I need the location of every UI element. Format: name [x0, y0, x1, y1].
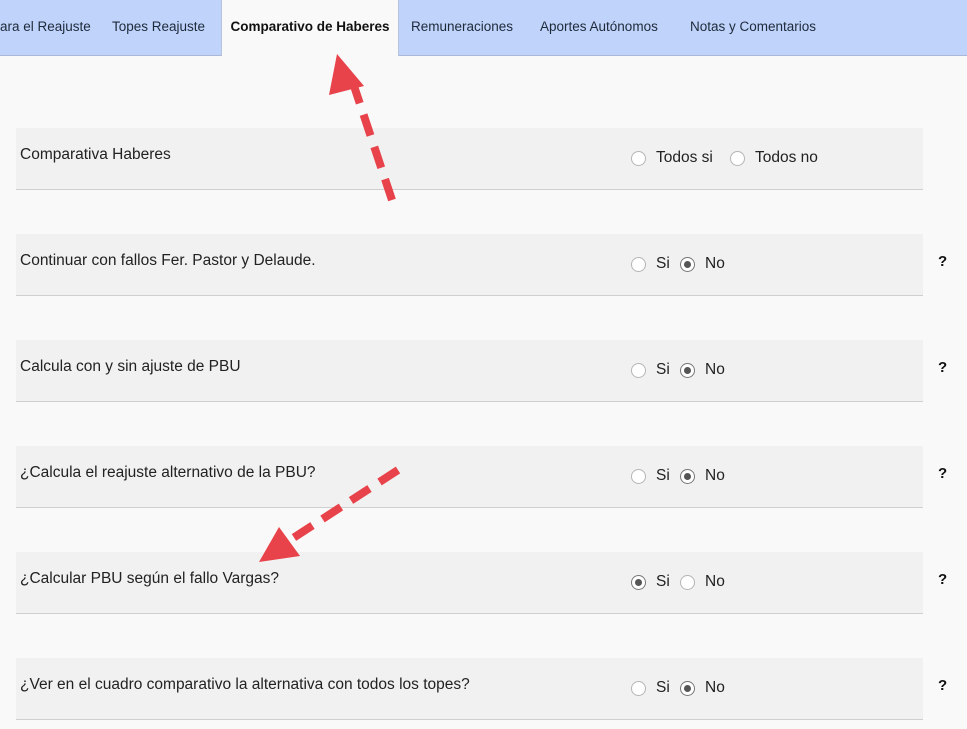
- row-label: Continuar con fallos Fer. Pastor y Delau…: [20, 252, 316, 269]
- no-radio[interactable]: [680, 468, 695, 484]
- option-row-todos-los-topes: ¿Ver en el cuadro comparativo la alterna…: [16, 658, 923, 720]
- help-button[interactable]: ?: [938, 359, 947, 376]
- row-label: ¿Calcular PBU según el fallo Vargas?: [20, 570, 280, 587]
- todos-si-option[interactable]: Todos si: [631, 149, 713, 167]
- row-label: ¿Ver en el cuadro comparativo la alterna…: [20, 676, 470, 693]
- todos-no-label: Todos no: [755, 149, 818, 166]
- si-option[interactable]: Si: [631, 573, 670, 591]
- tab-topes-reajuste[interactable]: Topes Reajuste: [112, 0, 205, 55]
- tab-remuneraciones[interactable]: Remuneraciones: [411, 0, 513, 55]
- si-radio[interactable]: [631, 468, 646, 484]
- no-option[interactable]: No: [680, 255, 725, 273]
- tab-notas-comentarios[interactable]: Notas y Comentarios: [690, 0, 816, 55]
- no-label: No: [705, 467, 725, 484]
- si-option[interactable]: Si: [631, 361, 670, 379]
- no-option[interactable]: No: [680, 467, 725, 485]
- si-option[interactable]: Si: [631, 679, 670, 697]
- si-label: Si: [656, 573, 670, 590]
- help-button[interactable]: ?: [938, 677, 947, 694]
- option-row-fallos-pastor-delaude: Continuar con fallos Fer. Pastor y Delau…: [16, 234, 923, 296]
- si-radio[interactable]: [631, 574, 646, 590]
- no-radio[interactable]: [680, 256, 695, 272]
- si-radio[interactable]: [631, 256, 646, 272]
- no-radio[interactable]: [680, 362, 695, 378]
- si-label: Si: [656, 361, 670, 378]
- si-option[interactable]: Si: [631, 255, 670, 273]
- row-label: Comparativa Haberes: [20, 146, 171, 163]
- no-label: No: [705, 361, 725, 378]
- option-row-fallo-vargas: ¿Calcular PBU según el fallo Vargas? Si …: [16, 552, 923, 614]
- no-option[interactable]: No: [680, 679, 725, 697]
- no-option[interactable]: No: [680, 573, 725, 591]
- si-option[interactable]: Si: [631, 467, 670, 485]
- si-label: Si: [656, 255, 670, 272]
- option-row-comparativa-haberes: Comparativa Haberes Todos si Todos no: [16, 128, 923, 190]
- tab-aportes-autonomos[interactable]: Aportes Autónomos: [540, 0, 658, 55]
- help-button[interactable]: ?: [938, 253, 947, 270]
- no-label: No: [705, 573, 725, 590]
- row-label: Calcula con y sin ajuste de PBU: [20, 358, 241, 375]
- si-label: Si: [656, 467, 670, 484]
- todos-no-option[interactable]: Todos no: [730, 149, 818, 167]
- todos-no-radio[interactable]: [730, 150, 745, 166]
- tab-parametros-reajuste[interactable]: ara el Reajuste: [0, 0, 91, 55]
- todos-si-radio[interactable]: [631, 150, 646, 166]
- todos-si-label: Todos si: [656, 149, 713, 166]
- row-label: ¿Calcula el reajuste alternativo de la P…: [20, 464, 316, 481]
- tab-bar: ara el Reajuste Topes Reajuste Comparati…: [0, 0, 967, 56]
- option-row-reajuste-alternativo-pbu: ¿Calcula el reajuste alternativo de la P…: [16, 446, 923, 508]
- no-option[interactable]: No: [680, 361, 725, 379]
- help-button[interactable]: ?: [938, 571, 947, 588]
- no-label: No: [705, 255, 725, 272]
- si-label: Si: [656, 679, 670, 696]
- no-radio[interactable]: [680, 574, 695, 590]
- option-row-ajuste-pbu: Calcula con y sin ajuste de PBU Si No: [16, 340, 923, 402]
- no-label: No: [705, 679, 725, 696]
- si-radio[interactable]: [631, 362, 646, 378]
- tab-comparativo-haberes[interactable]: Comparativo de Haberes: [221, 0, 399, 56]
- si-radio[interactable]: [631, 680, 646, 696]
- no-radio[interactable]: [680, 680, 695, 696]
- help-button[interactable]: ?: [938, 465, 947, 482]
